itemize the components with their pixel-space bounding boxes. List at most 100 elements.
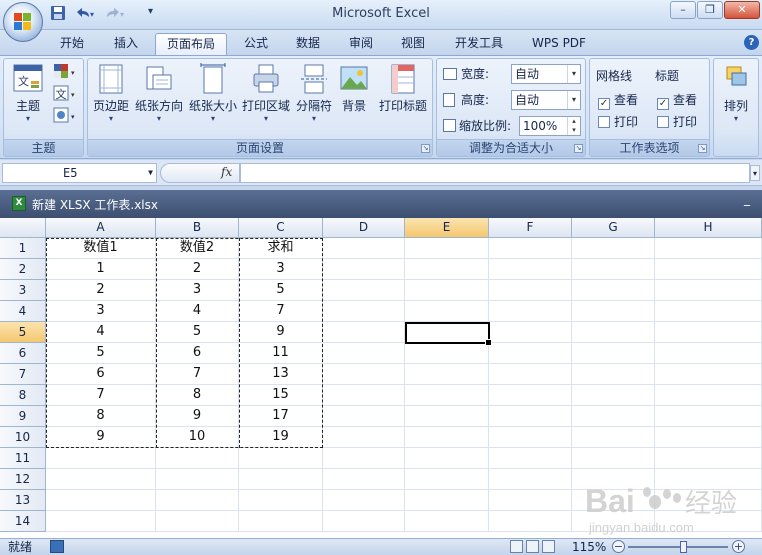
- cell-a2[interactable]: 1: [46, 259, 156, 280]
- cell-a10[interactable]: 9: [46, 427, 156, 448]
- cell-h12[interactable]: [655, 469, 762, 490]
- help-icon[interactable]: ?: [744, 35, 759, 50]
- cell-f1[interactable]: [489, 238, 572, 259]
- cell-f10[interactable]: [489, 427, 572, 448]
- cell-h4[interactable]: [655, 301, 762, 322]
- cell-c3[interactable]: 5: [239, 280, 323, 301]
- cell-f3[interactable]: [489, 280, 572, 301]
- cell-a14[interactable]: [46, 511, 156, 532]
- width-select[interactable]: 自动 ▾: [511, 64, 581, 84]
- cell-h5[interactable]: [655, 322, 762, 343]
- expand-formula-bar-icon[interactable]: ▾: [750, 165, 760, 181]
- cell-g3[interactable]: [572, 280, 655, 301]
- cell-c11[interactable]: [239, 448, 323, 469]
- cell-d1[interactable]: [323, 238, 405, 259]
- themes-button[interactable]: 文 主题 ▾: [8, 63, 48, 123]
- orientation-button[interactable]: 纸张方向 ▾: [134, 63, 184, 123]
- cell-g12[interactable]: [572, 469, 655, 490]
- cell-b6[interactable]: 6: [156, 343, 239, 364]
- cell-g4[interactable]: [572, 301, 655, 322]
- zoom-in-button[interactable]: +: [732, 540, 745, 553]
- scale-to-fit-launcher-icon[interactable]: ↘: [574, 144, 583, 153]
- cell-b10[interactable]: 10: [156, 427, 239, 448]
- workbook-minimize-button[interactable]: _: [744, 192, 750, 206]
- cell-e11[interactable]: [405, 448, 489, 469]
- cell-c9[interactable]: 17: [239, 406, 323, 427]
- cell-d3[interactable]: [323, 280, 405, 301]
- theme-colors-button[interactable]: ▾: [52, 63, 80, 83]
- page-layout-view-icon[interactable]: [526, 540, 539, 553]
- cell-c5[interactable]: 9: [239, 322, 323, 343]
- cell-e8[interactable]: [405, 385, 489, 406]
- row-header-2[interactable]: 2: [0, 259, 46, 280]
- cell-d7[interactable]: [323, 364, 405, 385]
- cell-g7[interactable]: [572, 364, 655, 385]
- worksheet-grid[interactable]: ABCDEFGH 1 2 3 4 5 6 7 8 9 10 11 12 13 14 数值1 数值2 求和 1 2 3…: [0, 218, 762, 538]
- normal-view-icon[interactable]: [510, 540, 523, 553]
- active-cell[interactable]: [405, 322, 492, 346]
- cell-g14[interactable]: [572, 511, 655, 532]
- office-button[interactable]: [3, 2, 43, 42]
- cell-c13[interactable]: [239, 490, 323, 511]
- print-area-button[interactable]: 打印区域 ▾: [240, 63, 292, 123]
- cell-a7[interactable]: 6: [46, 364, 156, 385]
- cell-a1[interactable]: 数值1: [46, 238, 156, 259]
- cell-h2[interactable]: [655, 259, 762, 280]
- cell-h10[interactable]: [655, 427, 762, 448]
- tab-developer[interactable]: 开发工具: [446, 33, 512, 55]
- cell-d12[interactable]: [323, 469, 405, 490]
- cell-b14[interactable]: [156, 511, 239, 532]
- cell-f8[interactable]: [489, 385, 572, 406]
- cell-h6[interactable]: [655, 343, 762, 364]
- row-header-7[interactable]: 7: [0, 364, 46, 385]
- cell-f12[interactable]: [489, 469, 572, 490]
- cell-c6[interactable]: 11: [239, 343, 323, 364]
- select-all-button[interactable]: [0, 218, 46, 238]
- zoom-slider-track[interactable]: [628, 546, 728, 548]
- cell-d5[interactable]: [323, 322, 405, 343]
- row-header-3[interactable]: 3: [0, 280, 46, 301]
- cell-g10[interactable]: [572, 427, 655, 448]
- cell-g6[interactable]: [572, 343, 655, 364]
- cell-b13[interactable]: [156, 490, 239, 511]
- cell-f13[interactable]: [489, 490, 572, 511]
- gridlines-view-checkbox[interactable]: ✓ 查看: [598, 89, 638, 111]
- cell-g1[interactable]: [572, 238, 655, 259]
- row-header-1[interactable]: 1: [0, 238, 46, 259]
- tab-review[interactable]: 审阅: [340, 33, 382, 55]
- cell-b9[interactable]: 9: [156, 406, 239, 427]
- cell-e9[interactable]: [405, 406, 489, 427]
- zoom-level[interactable]: 115%: [572, 539, 606, 555]
- cell-h1[interactable]: [655, 238, 762, 259]
- column-header-a[interactable]: A: [46, 218, 156, 238]
- zoom-slider-thumb[interactable]: [680, 541, 687, 553]
- cell-d8[interactable]: [323, 385, 405, 406]
- cell-e12[interactable]: [405, 469, 489, 490]
- cell-e2[interactable]: [405, 259, 489, 280]
- cell-h14[interactable]: [655, 511, 762, 532]
- cell-a12[interactable]: [46, 469, 156, 490]
- cell-g8[interactable]: [572, 385, 655, 406]
- cell-h7[interactable]: [655, 364, 762, 385]
- column-header-b[interactable]: B: [156, 218, 239, 238]
- row-header-11[interactable]: 11: [0, 448, 46, 469]
- tab-data[interactable]: 数据: [287, 33, 329, 55]
- cell-e3[interactable]: [405, 280, 489, 301]
- cell-e6[interactable]: [405, 343, 489, 364]
- restore-button[interactable]: ❐: [697, 1, 723, 19]
- column-header-h[interactable]: H: [655, 218, 762, 238]
- cell-a3[interactable]: 2: [46, 280, 156, 301]
- minimize-button[interactable]: –: [670, 1, 696, 19]
- cell-c8[interactable]: 15: [239, 385, 323, 406]
- cell-d6[interactable]: [323, 343, 405, 364]
- height-select[interactable]: 自动 ▾: [511, 90, 581, 110]
- cell-f14[interactable]: [489, 511, 572, 532]
- cell-e13[interactable]: [405, 490, 489, 511]
- name-box[interactable]: E5 ▼: [2, 163, 157, 183]
- tab-insert[interactable]: 插入: [104, 33, 148, 55]
- column-header-e[interactable]: E: [405, 218, 489, 238]
- cell-a13[interactable]: [46, 490, 156, 511]
- cell-e4[interactable]: [405, 301, 489, 322]
- cell-e7[interactable]: [405, 364, 489, 385]
- cell-d9[interactable]: [323, 406, 405, 427]
